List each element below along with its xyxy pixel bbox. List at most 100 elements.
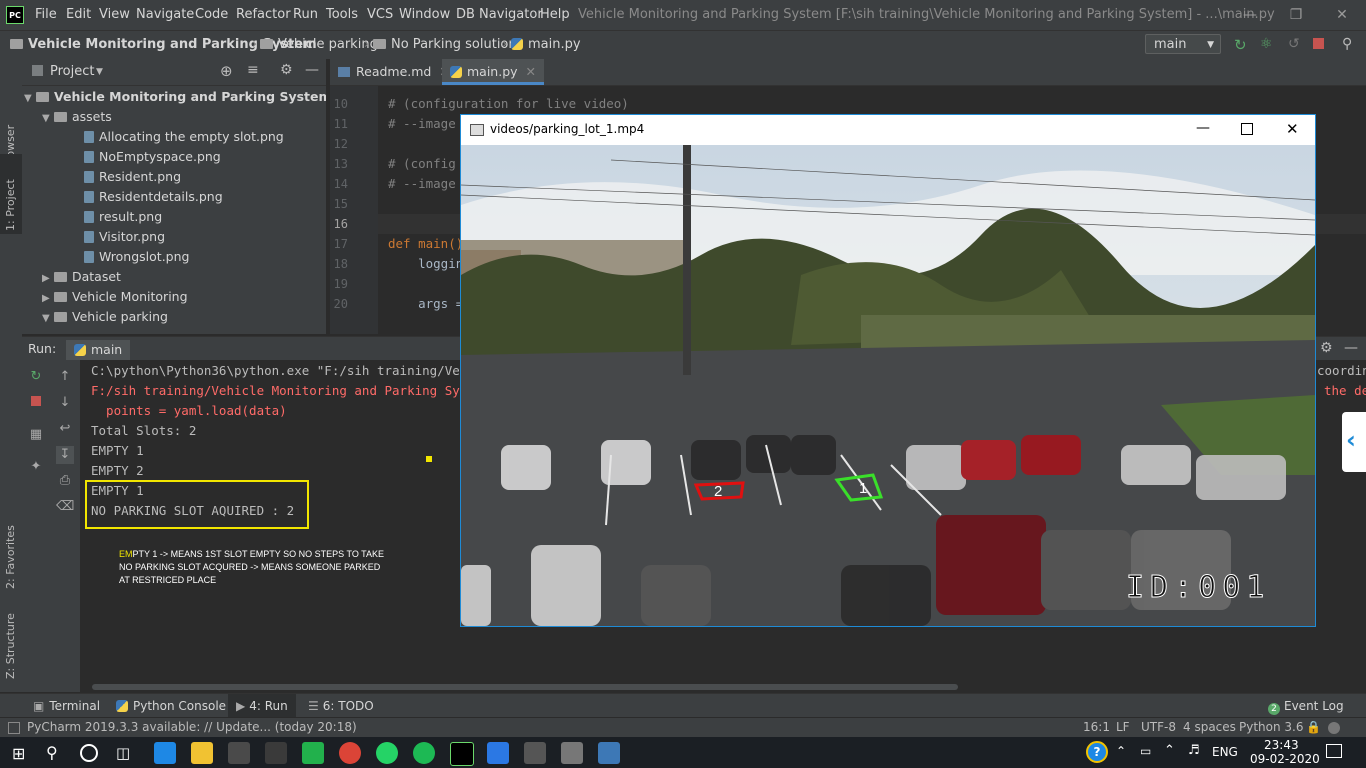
line-separator[interactable]: LF — [1116, 720, 1130, 734]
project-view-selector[interactable]: Project — [50, 64, 94, 79]
breadcrumb-no-parking-solution[interactable]: No Parking solution — [373, 37, 517, 52]
search-icon[interactable]: ⚲ — [46, 743, 58, 762]
app-icon[interactable] — [561, 742, 583, 764]
lock-icon[interactable]: 🔒 — [1306, 720, 1321, 734]
cortana-icon[interactable] — [80, 744, 98, 762]
indent-setting[interactable]: 4 spaces — [1183, 720, 1236, 734]
run-tab-main[interactable]: main — [66, 340, 131, 360]
favorites-tool[interactable]: 2: Favorites — [4, 525, 17, 589]
app-icon[interactable] — [487, 742, 509, 764]
network-icon[interactable]: ⌃ — [1164, 743, 1175, 758]
breadcrumb-vehicle-parking[interactable]: Vehicle parking — [260, 37, 378, 52]
tree-file[interactable]: Allocating the empty slot.png — [84, 127, 284, 147]
pin-icon[interactable]: ✦ — [27, 458, 45, 476]
file-encoding[interactable]: UTF-8 — [1141, 720, 1176, 734]
menu-refactor[interactable]: Refactor — [236, 7, 291, 22]
debug-icon[interactable]: ⚛ — [1260, 36, 1273, 52]
language-indicator[interactable]: ENG — [1212, 745, 1238, 759]
video-maximize-button[interactable] — [1241, 123, 1253, 135]
chrome-icon[interactable] — [339, 742, 361, 764]
menu-window[interactable]: Window — [399, 7, 450, 22]
project-tool[interactable]: 1: Project — [4, 179, 17, 231]
python-interpreter[interactable]: Python 3.6 — [1239, 720, 1304, 734]
spotify-icon[interactable] — [413, 742, 435, 764]
tree-file[interactable]: result.png — [84, 207, 162, 227]
tree-folder-assets[interactable]: ▼ assets — [42, 107, 112, 127]
clock-time[interactable]: 23:43 — [1264, 738, 1299, 752]
layout-icon[interactable]: ▦ — [27, 426, 45, 444]
video-window[interactable]: videos/parking_lot_1.mp4 — ✕ 2 1 ID:001 — [460, 114, 1316, 627]
menu-code[interactable]: Code — [195, 7, 228, 22]
tree-file[interactable]: Residentdetails.png — [84, 187, 223, 207]
photos-icon[interactable] — [524, 742, 546, 764]
menu-tools[interactable]: Tools — [326, 7, 358, 22]
volume-icon[interactable]: ♬ — [1188, 743, 1200, 758]
restore-button[interactable]: ❐ — [1276, 4, 1316, 26]
collapse-all-icon[interactable]: ≡ — [247, 62, 259, 78]
horizontal-scrollbar[interactable] — [92, 684, 958, 690]
store-icon[interactable] — [228, 742, 250, 764]
locate-icon[interactable]: ⊕ — [220, 62, 233, 80]
minimize-button[interactable]: — — [1230, 4, 1270, 26]
python-icon[interactable] — [598, 742, 620, 764]
file-explorer-icon[interactable] — [191, 742, 213, 764]
tree-folder-vehicle-monitoring[interactable]: ▶ Vehicle Monitoring — [42, 287, 188, 307]
terminal-tool[interactable]: ▣ Terminal — [33, 699, 100, 713]
rerun-icon[interactable]: ↻ — [1234, 36, 1247, 54]
task-view-icon[interactable]: ◫ — [116, 744, 130, 762]
chevron-up-icon[interactable]: ⌃ — [1116, 744, 1126, 758]
menu-view[interactable]: View — [99, 7, 130, 22]
side-panel-toggle[interactable]: ‹ — [1342, 412, 1366, 472]
status-window-icon[interactable] — [8, 722, 20, 734]
run-config-dropdown[interactable]: main ▼ — [1145, 34, 1221, 54]
rerun-icon[interactable]: ↻ — [27, 368, 45, 386]
tree-root[interactable]: ▼Vehicle Monitoring and Parking System s… — [24, 87, 326, 107]
windows-start-icon[interactable]: ⊞ — [12, 744, 25, 763]
video-close-button[interactable]: ✕ — [1286, 120, 1299, 138]
scroll-to-end-icon[interactable]: ↧ — [56, 446, 74, 464]
hide-panel-icon[interactable]: — — [305, 62, 319, 78]
menu-run[interactable]: Run — [293, 7, 318, 22]
clock-date[interactable]: 09-02-2020 — [1250, 752, 1320, 766]
menu-help[interactable]: Help — [540, 7, 570, 22]
down-arrow-icon[interactable]: ↓ — [56, 394, 74, 412]
hide-panel-icon[interactable]: — — [1344, 340, 1358, 356]
structure-tool[interactable]: Z: Structure — [4, 613, 17, 679]
gear-icon[interactable]: ⚙ — [280, 62, 293, 78]
menu-db-navigator[interactable]: DB Navigator — [456, 7, 543, 22]
menu-file[interactable]: File — [35, 7, 57, 22]
close-icon[interactable]: ✕ — [526, 64, 536, 79]
edge-icon[interactable] — [154, 742, 176, 764]
inspector-icon[interactable] — [1328, 722, 1340, 734]
tree-file[interactable]: Wrongslot.png — [84, 247, 189, 267]
search-icon[interactable]: ⚲ — [1342, 36, 1352, 52]
tree-folder-dataset[interactable]: ▶ Dataset — [42, 267, 121, 287]
stop-icon[interactable] — [27, 394, 45, 412]
run-tool[interactable]: ▶ 4: Run — [228, 694, 296, 718]
battery-icon[interactable]: ▭ — [1140, 744, 1151, 758]
tab-readme[interactable]: Readme.md ✕ — [330, 59, 458, 85]
tree-file[interactable]: NoEmptyspace.png — [84, 147, 221, 167]
pycharm-icon[interactable] — [450, 742, 474, 766]
menu-vcs[interactable]: VCS — [367, 7, 393, 22]
help-icon[interactable]: ? — [1086, 741, 1108, 763]
profile-icon[interactable]: ↺ — [1288, 36, 1300, 52]
breadcrumb-main-py[interactable]: main.py — [511, 37, 581, 52]
trash-icon[interactable]: ⌫ — [56, 498, 74, 516]
up-arrow-icon[interactable]: ↑ — [56, 368, 74, 386]
tree-file[interactable]: Resident.png — [84, 167, 181, 187]
soft-wrap-icon[interactable]: ↩ — [56, 420, 74, 438]
stop-icon[interactable] — [1313, 38, 1324, 49]
tab-main-py[interactable]: main.py ✕ — [442, 59, 545, 85]
video-minimize-button[interactable]: — — [1196, 120, 1210, 136]
update-notification[interactable]: PyCharm 2019.3.3 available: // Update...… — [27, 720, 357, 734]
notification-icon[interactable] — [1326, 744, 1342, 758]
event-log-tool[interactable]: 2 Event Log — [1268, 699, 1344, 715]
chevron-down-icon[interactable]: ▼ — [96, 67, 103, 77]
python-console-tool[interactable]: Python Console — [116, 699, 226, 713]
mail-icon[interactable] — [265, 742, 287, 764]
print-icon[interactable]: ⎙ — [56, 472, 74, 490]
cursor-position[interactable]: 16:1 — [1083, 720, 1110, 734]
menu-edit[interactable]: Edit — [66, 7, 91, 22]
video-window-titlebar[interactable]: videos/parking_lot_1.mp4 — ✕ — [461, 115, 1315, 145]
